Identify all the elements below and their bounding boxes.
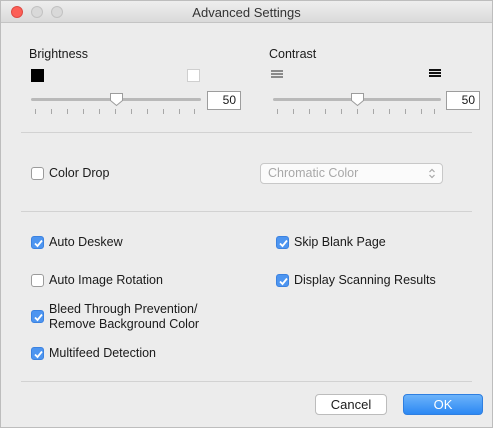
checkmark-icon[interactable] [276,236,289,249]
low-contrast-icon [271,70,283,81]
section-divider [21,132,472,133]
auto-deskew-checkbox[interactable]: Auto Deskew [31,235,123,250]
checkmark-icon[interactable] [31,347,44,360]
title-bar[interactable]: Advanced Settings [1,1,492,23]
auto-image-rotation-checkbox[interactable]: Auto Image Rotation [31,273,163,288]
brightness-slider-ticks [35,109,195,114]
display-scanning-results-label: Display Scanning Results [294,273,436,287]
contrast-slider-thumb[interactable] [350,92,365,107]
brightness-slider-thumb[interactable] [109,92,124,107]
brightness-value-field[interactable]: 50 [207,91,241,110]
bleed-through-prevention-checkbox[interactable]: Bleed Through Prevention/ Remove Backgro… [31,302,199,332]
color-drop-select[interactable]: Chromatic Color [260,163,443,184]
advanced-settings-window: Advanced Settings Brightness 50 Contrast… [0,0,493,428]
black-square-icon [31,69,44,82]
color-drop-select-value: Chromatic Color [268,166,359,180]
checkmark-icon[interactable] [31,310,44,323]
checkmark-icon[interactable] [276,274,289,287]
section-divider [21,381,472,382]
white-square-icon [187,69,200,82]
display-scanning-results-checkbox[interactable]: Display Scanning Results [276,273,436,288]
contrast-slider-ticks [277,109,435,114]
brightness-label: Brightness [29,47,89,61]
color-drop-label: Color Drop [49,166,110,180]
auto-image-rotation-label: Auto Image Rotation [49,273,163,287]
chevron-up-down-icon [429,168,435,179]
checkmark-icon[interactable] [31,236,44,249]
contrast-label: Contrast [269,47,317,61]
auto-image-rotation-checkbox-box[interactable] [31,274,44,287]
bleed-through-label-line2: Remove Background Color [49,317,200,331]
bleed-through-label-line1: Bleed Through Prevention/ [49,302,198,316]
contrast-value-field[interactable]: 50 [446,91,480,110]
skip-blank-page-label: Skip Blank Page [294,235,386,249]
multifeed-detection-checkbox[interactable]: Multifeed Detection [31,346,156,361]
multifeed-detection-label: Multifeed Detection [49,346,157,360]
skip-blank-page-checkbox[interactable]: Skip Blank Page [276,235,386,250]
auto-deskew-label: Auto Deskew [49,235,123,249]
high-contrast-icon [429,69,441,80]
bleed-through-prevention-label: Bleed Through Prevention/ Remove Backgro… [49,302,199,332]
cancel-button[interactable]: Cancel [315,394,387,415]
color-drop-checkbox-box[interactable] [31,167,44,180]
section-divider [21,211,472,212]
window-title: Advanced Settings [192,5,301,20]
ok-button[interactable]: OK [403,394,483,415]
color-drop-checkbox[interactable]: Color Drop [31,166,109,181]
